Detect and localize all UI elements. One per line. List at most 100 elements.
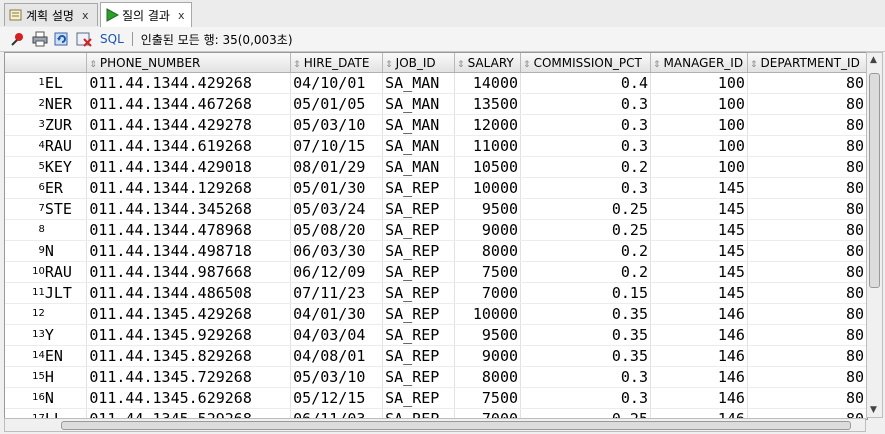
cell-phone-number[interactable]: 011.44.1344.429278 — [86, 114, 292, 136]
cell-job-id[interactable]: SA_REP — [382, 177, 456, 199]
column-header-name[interactable] — [44, 53, 88, 73]
cell-manager-id[interactable]: 100 — [650, 72, 748, 94]
cell-salary[interactable]: 7500 — [454, 261, 522, 283]
cell-name[interactable]: STE — [44, 198, 88, 220]
cell-salary[interactable]: 10000 — [454, 303, 522, 325]
cell-department-id[interactable]: 80 — [747, 303, 867, 325]
cell-phone-number[interactable]: 011.44.1344.486508 — [86, 282, 292, 304]
cell-commission-pct[interactable]: 0.35 — [520, 345, 651, 367]
cell-salary[interactable]: 11000 — [454, 135, 522, 157]
table-row[interactable]: 10 RAU 011.44.1344.987668 06/12/09 SA_REP 750… — [5, 261, 867, 283]
cell-commission-pct[interactable]: 0.35 — [520, 303, 651, 325]
cell-hire-date[interactable]: 05/08/20 — [290, 219, 384, 241]
cell-phone-number[interactable]: 011.44.1344.429268 — [86, 72, 292, 94]
cell-phone-number[interactable]: 011.44.1344.129268 — [86, 177, 292, 199]
cell-salary[interactable]: 14000 — [454, 72, 522, 94]
cell-manager-id[interactable]: 145 — [650, 198, 748, 220]
cell-manager-id[interactable]: 146 — [650, 345, 748, 367]
scroll-thumb[interactable] — [869, 73, 880, 288]
cell-job-id[interactable]: SA_REP — [382, 219, 456, 241]
cell-commission-pct[interactable]: 0.4 — [520, 72, 651, 94]
cell-name[interactable]: ZUR — [44, 114, 88, 136]
cell-commission-pct[interactable]: 0.3 — [520, 135, 651, 157]
cell-department-id[interactable]: 80 — [747, 114, 867, 136]
cell-name[interactable]: H — [44, 366, 88, 388]
cell-commission-pct[interactable]: 0.2 — [520, 261, 651, 283]
cell-hire-date[interactable]: 04/03/04 — [290, 324, 384, 346]
cell-hire-date[interactable]: 04/10/01 — [290, 72, 384, 94]
cell-hire-date[interactable]: 05/03/24 — [290, 198, 384, 220]
cell-name[interactable]: ER — [44, 177, 88, 199]
cell-manager-id[interactable]: 100 — [650, 156, 748, 178]
sql-button[interactable]: SQL — [100, 32, 124, 46]
cell-department-id[interactable]: 80 — [747, 135, 867, 157]
print-icon[interactable] — [30, 29, 50, 49]
cell-name[interactable]: EL — [44, 72, 88, 94]
cell-phone-number[interactable]: 011.44.1344.345268 — [86, 198, 292, 220]
cell-salary[interactable]: 9500 — [454, 198, 522, 220]
cell-job-id[interactable]: SA_REP — [382, 387, 456, 409]
cell-manager-id[interactable]: 146 — [650, 303, 748, 325]
scroll-thumb[interactable] — [61, 421, 851, 430]
cell-hire-date[interactable]: 07/11/23 — [290, 282, 384, 304]
column-header-job-id[interactable]: ⇕ JOB_ID — [382, 53, 456, 73]
cell-manager-id[interactable]: 145 — [650, 261, 748, 283]
cell-salary[interactable]: 9000 — [454, 345, 522, 367]
cell-manager-id[interactable]: 145 — [650, 177, 748, 199]
cell-hire-date[interactable]: 05/01/30 — [290, 177, 384, 199]
cell-job-id[interactable]: SA_REP — [382, 198, 456, 220]
cell-hire-date[interactable]: 06/03/30 — [290, 240, 384, 262]
cell-department-id[interactable]: 80 — [747, 366, 867, 388]
horizontal-scrollbar[interactable] — [4, 418, 866, 432]
refresh-icon[interactable] — [52, 29, 72, 49]
cell-hire-date[interactable]: 05/03/10 — [290, 366, 384, 388]
cell-name[interactable] — [44, 303, 88, 325]
cell-phone-number[interactable]: 011.44.1345.829268 — [86, 345, 292, 367]
table-row[interactable]: 1 EL 011.44.1344.429268 04/10/01 SA_MAN 14000… — [5, 72, 867, 94]
cell-salary[interactable]: 10000 — [454, 177, 522, 199]
cell-phone-number[interactable]: 011.44.1344.619268 — [86, 135, 292, 157]
cell-phone-number[interactable]: 011.44.1344.987668 — [86, 261, 292, 283]
table-row[interactable]: 7 STE 011.44.1344.345268 05/03/24 SA_REP 9500… — [5, 198, 867, 220]
cell-commission-pct[interactable]: 0.2 — [520, 240, 651, 262]
cell-commission-pct[interactable]: 0.15 — [520, 282, 651, 304]
cell-manager-id[interactable]: 145 — [650, 240, 748, 262]
cell-salary[interactable]: 13500 — [454, 93, 522, 115]
cell-name[interactable]: N — [44, 387, 88, 409]
cell-hire-date[interactable]: 08/01/29 — [290, 156, 384, 178]
cell-name[interactable]: N — [44, 240, 88, 262]
cell-manager-id[interactable]: 146 — [650, 387, 748, 409]
scroll-up-icon[interactable]: ▲ — [870, 55, 877, 65]
cell-job-id[interactable]: SA_MAN — [382, 93, 456, 115]
cell-job-id[interactable]: SA_MAN — [382, 114, 456, 136]
column-header-phone-number[interactable]: ⇕ PHONE_NUMBER — [86, 53, 292, 73]
column-header-hire-date[interactable]: ⇕ HIRE_DATE — [290, 53, 384, 73]
tab-query-result[interactable]: 질의 결과 x — [100, 2, 192, 27]
cell-commission-pct[interactable]: 0.3 — [520, 114, 651, 136]
column-header-manager-id[interactable]: ⇕ MANAGER_ID — [650, 53, 748, 73]
cell-department-id[interactable]: 80 — [747, 261, 867, 283]
cell-job-id[interactable]: SA_REP — [382, 303, 456, 325]
cell-name[interactable] — [44, 219, 88, 241]
table-row[interactable]: 8 011.44.1344.478968 05/08/20 SA_REP 9000 0.2… — [5, 219, 867, 241]
table-row[interactable]: 6 ER 011.44.1344.129268 05/01/30 SA_REP 10000… — [5, 177, 867, 199]
table-row[interactable]: 5 KEY 011.44.1344.429018 08/01/29 SA_MAN 1050… — [5, 156, 867, 178]
cell-phone-number[interactable]: 011.44.1345.929268 — [86, 324, 292, 346]
cell-department-id[interactable]: 80 — [747, 93, 867, 115]
table-row[interactable]: 13 Y 011.44.1345.929268 04/03/04 SA_REP 9500 0… — [5, 324, 867, 346]
cell-name[interactable]: NER — [44, 93, 88, 115]
pin-icon[interactable] — [8, 29, 28, 49]
cell-department-id[interactable]: 80 — [747, 177, 867, 199]
cell-hire-date[interactable]: 05/01/05 — [290, 93, 384, 115]
cell-job-id[interactable]: SA_MAN — [382, 135, 456, 157]
cell-phone-number[interactable]: 011.44.1344.467268 — [86, 93, 292, 115]
cell-job-id[interactable]: SA_REP — [382, 345, 456, 367]
close-icon[interactable]: x — [178, 9, 185, 22]
cell-salary[interactable]: 8000 — [454, 240, 522, 262]
cell-department-id[interactable]: 80 — [747, 282, 867, 304]
cell-department-id[interactable]: 80 — [747, 324, 867, 346]
cell-department-id[interactable]: 80 — [747, 72, 867, 94]
cell-phone-number[interactable]: 011.44.1345.629268 — [86, 387, 292, 409]
cell-commission-pct[interactable]: 0.2 — [520, 156, 651, 178]
cell-job-id[interactable]: SA_REP — [382, 366, 456, 388]
